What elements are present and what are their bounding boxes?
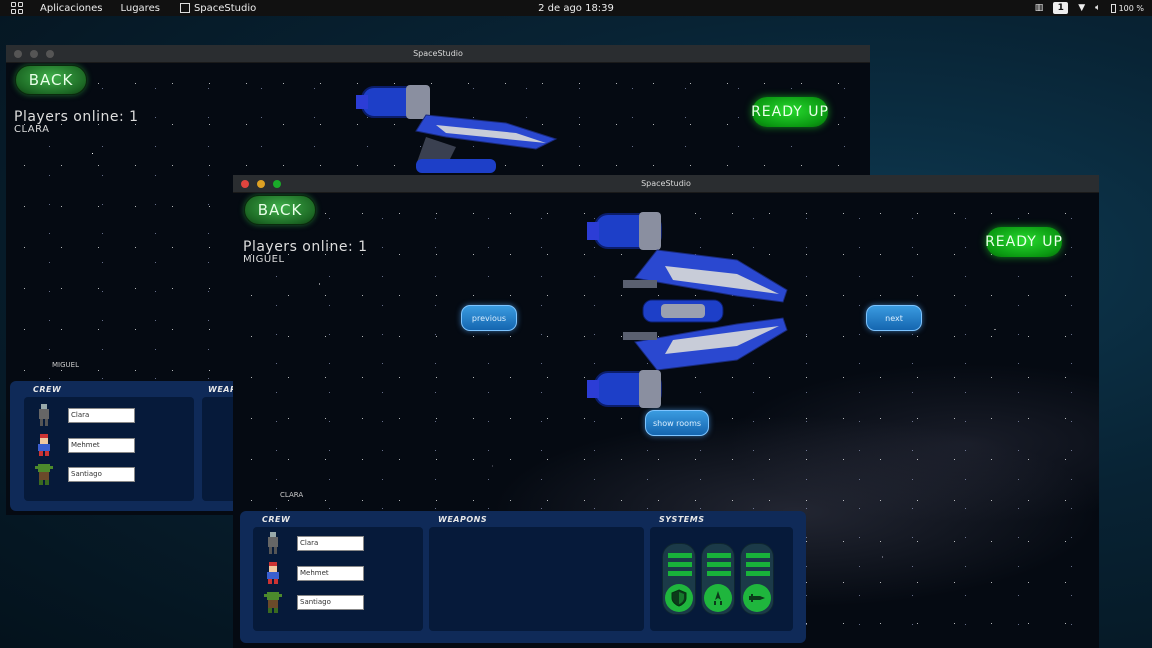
front-game-window: SpaceStudio BACK Players online: 1 MIGUE… <box>233 175 1099 648</box>
window-title: SpaceStudio <box>413 49 463 58</box>
crew-row: Santiago <box>263 590 364 614</box>
power-bar <box>668 562 692 567</box>
active-app-label: SpaceStudio <box>193 2 257 14</box>
power-bar <box>707 562 731 567</box>
crew-header: CREW <box>262 515 291 524</box>
spaceship-sprite <box>587 212 788 408</box>
volume-icon[interactable]: 🔈︎ <box>1095 3 1100 13</box>
players-online-label: Players online: 1 <box>14 109 139 125</box>
crew-sprite-human <box>38 434 50 456</box>
loadout-panel: CREW WEAPO Clara Mehmet Santiago <box>10 381 250 511</box>
crew-name-input[interactable]: Clara <box>68 407 135 423</box>
power-bar <box>668 571 692 576</box>
crew-section: Clara Mehmet Santiago <box>24 397 194 501</box>
power-bar <box>707 571 731 576</box>
weapons-system-button[interactable] <box>743 584 771 612</box>
clock[interactable]: 2 de ago 18:39 <box>538 3 614 14</box>
crew-sprite-robot <box>39 404 49 426</box>
system-engine-column <box>701 543 735 615</box>
app-icon <box>179 3 190 13</box>
battery-status[interactable]: 100 % <box>1110 3 1144 13</box>
ready-up-button[interactable]: READY UP <box>985 227 1062 257</box>
shield-system-button[interactable] <box>665 584 693 612</box>
systems-section <box>650 527 793 631</box>
crew-row: Clara <box>263 531 364 555</box>
previous-ship-button[interactable]: previous <box>461 305 517 331</box>
window-controls <box>14 50 54 58</box>
minimize-button[interactable] <box>30 50 38 58</box>
crew-name-input[interactable]: Mehmet <box>68 437 135 453</box>
system-shield-column <box>662 543 696 615</box>
crew-sprite-goblin <box>35 464 53 485</box>
titlebar: SpaceStudio <box>233 175 1099 193</box>
crew-row: Clara <box>34 403 135 427</box>
weapon-icon <box>749 594 765 602</box>
close-button[interactable] <box>14 50 22 58</box>
wifi-icon[interactable]: ▼ <box>1078 3 1085 13</box>
spaceship-sprite <box>356 85 558 173</box>
maximize-button[interactable] <box>273 180 281 188</box>
workspace-indicator[interactable]: 1 <box>1053 2 1069 14</box>
crew-sprite-robot <box>268 532 278 554</box>
back-button[interactable]: BACK <box>244 195 316 225</box>
show-rooms-button[interactable]: show rooms <box>645 410 709 436</box>
maximize-button[interactable] <box>46 50 54 58</box>
crew-row: Santiago <box>34 462 135 486</box>
battery-icon <box>1110 3 1116 13</box>
engine-icon <box>714 591 722 605</box>
system-weapons-column <box>740 543 774 615</box>
power-bar <box>668 553 692 558</box>
player-tag: CLARA <box>280 491 304 499</box>
next-ship-button[interactable]: next <box>866 305 922 331</box>
applications-menu[interactable]: Aplicaciones <box>40 3 102 14</box>
crew-sprite-goblin <box>264 592 282 613</box>
systems-header: SYSTEMS <box>659 515 705 524</box>
loadout-panel: CREW WEAPONS SYSTEMS Clara Mehmet Santia… <box>240 511 806 643</box>
places-menu[interactable]: Lugares <box>120 3 159 14</box>
starfield-background: BACK Players online: 1 MIGUEL READY UP p… <box>233 193 1099 648</box>
crew-row: Mehmet <box>34 433 135 457</box>
ready-up-button[interactable]: READY UP <box>751 97 828 127</box>
crew-name-input[interactable]: Clara <box>297 535 364 551</box>
power-bar <box>746 562 770 567</box>
network-manager-icon[interactable]: ▥ <box>1035 3 1044 13</box>
player-name: MIGUEL <box>243 254 285 265</box>
crew-name-input[interactable]: Mehmet <box>297 565 364 581</box>
crew-sprite-human <box>267 562 279 584</box>
weapons-section <box>429 527 644 631</box>
system-top-bar: Aplicaciones Lugares SpaceStudio 2 de ag… <box>0 0 1152 16</box>
active-app-menu[interactable]: SpaceStudio <box>179 2 257 14</box>
power-bar <box>707 553 731 558</box>
crew-header: CREW <box>33 385 62 394</box>
battery-label: 100 % <box>1118 3 1144 13</box>
players-online-label: Players online: 1 <box>243 239 368 255</box>
crew-row: Mehmet <box>263 561 364 585</box>
titlebar: SpaceStudio <box>6 45 870 63</box>
weapons-header: WEAPONS <box>438 515 488 524</box>
close-button[interactable] <box>241 180 249 188</box>
shield-icon <box>671 589 687 607</box>
minimize-button[interactable] <box>257 180 265 188</box>
back-button[interactable]: BACK <box>15 65 87 95</box>
power-bar <box>746 553 770 558</box>
player-name: CLARA <box>14 124 50 135</box>
player-tag: MIGUEL <box>52 361 79 369</box>
window-controls <box>241 180 281 188</box>
crew-name-input[interactable]: Santiago <box>297 594 364 610</box>
window-title: SpaceStudio <box>641 179 691 188</box>
app-grid-icon[interactable] <box>11 2 23 14</box>
engine-system-button[interactable] <box>704 584 732 612</box>
system-tray: ▥ 1 ▼ 🔈︎ 100 % <box>1035 2 1144 14</box>
crew-section: Clara Mehmet Santiago <box>253 527 423 631</box>
crew-name-input[interactable]: Santiago <box>68 466 135 482</box>
power-bar <box>746 571 770 576</box>
